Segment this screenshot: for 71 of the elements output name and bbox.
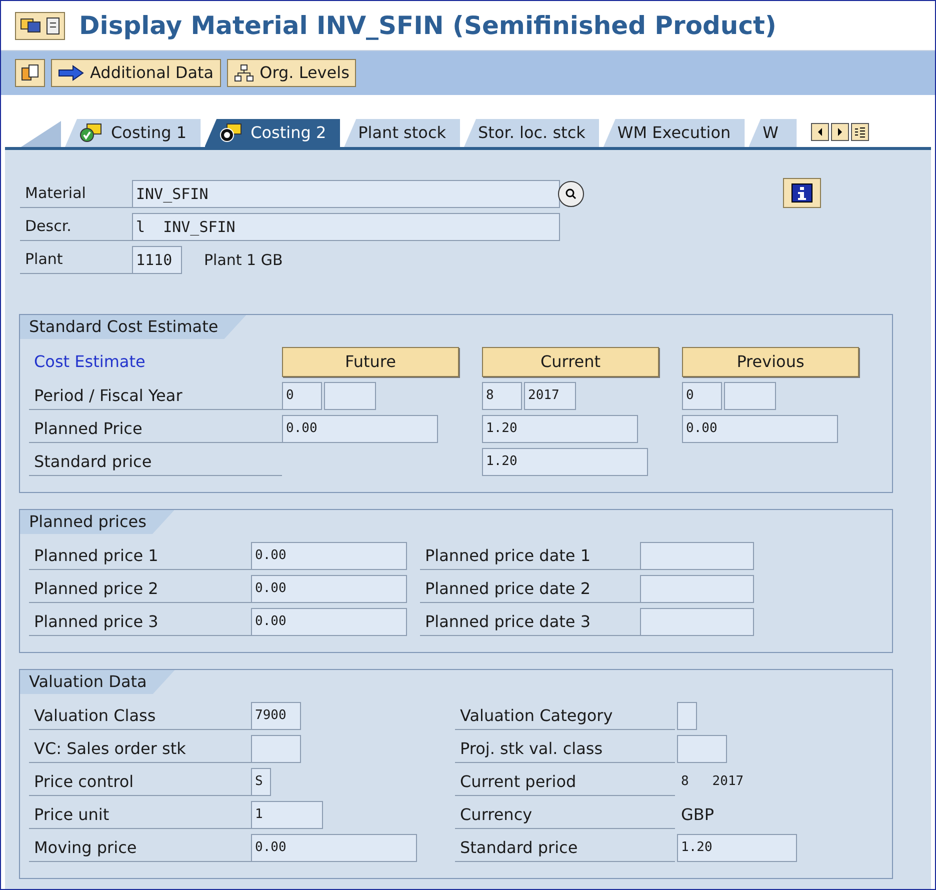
tab[interactable]: WM Execution — [603, 119, 745, 147]
field-label: Current period — [455, 768, 675, 796]
search-button[interactable] — [558, 181, 584, 207]
input-field[interactable]: 0 — [282, 382, 322, 410]
check-icon — [79, 123, 103, 143]
input-field[interactable]: 0.00 — [282, 415, 438, 443]
input-field[interactable] — [677, 702, 697, 730]
input-field[interactable]: 0.00 — [251, 542, 407, 570]
field-label: Standard price — [455, 834, 675, 862]
input-field[interactable] — [724, 382, 776, 410]
input-field[interactable]: 1.20 — [482, 448, 648, 476]
field-value: 8 2017 — [681, 773, 744, 792]
field-label: Period / Fiscal Year — [29, 382, 282, 410]
windows-icon — [20, 16, 42, 34]
input-field[interactable]: 8 — [482, 382, 522, 410]
coin-icon — [218, 123, 243, 143]
input-field[interactable] — [324, 382, 376, 410]
cost-estimate-button[interactable]: Current — [482, 347, 659, 377]
input-field[interactable]: 1.20 — [482, 415, 638, 443]
tab[interactable]: Stor. loc. stck — [464, 119, 600, 147]
screen-icons[interactable] — [15, 12, 65, 40]
input-field[interactable]: 2017 — [524, 382, 576, 410]
arrow-icon — [58, 65, 84, 81]
toolbar-button[interactable]: Additional Data — [51, 59, 221, 87]
tab[interactable]: Plant stock — [344, 119, 460, 147]
field-value: GBP — [681, 804, 714, 826]
input-field[interactable]: 1.20 — [677, 834, 797, 862]
tab[interactable]: Costing 1 — [65, 119, 201, 147]
input-field[interactable] — [251, 735, 301, 763]
scroll-tab-button[interactable] — [810, 123, 829, 141]
input-field[interactable]: 7900 — [251, 702, 301, 730]
group-title: Standard Cost Estimate — [20, 315, 246, 339]
tab[interactable]: W — [748, 119, 797, 147]
input-field[interactable]: 0 — [682, 382, 722, 410]
input-field[interactable]: 0.00 — [251, 834, 417, 862]
switch-button[interactable] — [15, 59, 45, 87]
date-field[interactable] — [640, 542, 754, 570]
group-title: Planned prices — [20, 510, 174, 534]
tab-list-button[interactable] — [850, 123, 869, 141]
field-label: Proj. stk val. class — [455, 735, 675, 763]
input-field[interactable]: 0.00 — [682, 415, 838, 443]
cost-estimate-button[interactable]: Future — [282, 347, 459, 377]
field-label: Currency — [455, 801, 675, 829]
plant-name: Plant 1 GB — [204, 250, 283, 271]
toolbar-button[interactable]: Org. Levels — [226, 59, 356, 87]
list-icon — [854, 126, 866, 138]
hierarchy-icon — [234, 64, 254, 82]
info-icon — [791, 183, 813, 203]
document-icon — [46, 16, 60, 34]
search-icon — [565, 188, 577, 200]
pages-icon — [20, 63, 40, 83]
input-field[interactable]: 0.00 — [251, 608, 407, 636]
field-label: Valuation Category — [455, 702, 675, 730]
info-button[interactable] — [783, 178, 821, 208]
cost-estimate-link[interactable]: Cost Estimate — [29, 350, 282, 374]
tab[interactable]: Costing 2 — [204, 119, 340, 147]
input-field[interactable]: S — [251, 768, 271, 796]
date-field[interactable] — [640, 575, 754, 603]
input-field[interactable]: 0.00 — [251, 575, 407, 603]
cost-estimate-button[interactable]: Previous — [682, 347, 859, 377]
field-label: Planned Price — [29, 415, 282, 443]
input-field[interactable] — [677, 735, 727, 763]
input-field[interactable]: 1 — [251, 801, 323, 829]
scroll-tab-button[interactable] — [830, 123, 849, 141]
input-field[interactable]: l INV_SFIN — [132, 213, 560, 241]
window-title: Display Material INV_SFIN (Semifinished Product) — [79, 10, 776, 42]
date-field[interactable] — [640, 608, 754, 636]
field-label: Standard price — [29, 448, 282, 476]
group-title: Valuation Data — [20, 670, 175, 694]
input-field[interactable]: 1110 — [132, 246, 182, 274]
input-field[interactable]: INV_SFIN — [132, 180, 560, 208]
